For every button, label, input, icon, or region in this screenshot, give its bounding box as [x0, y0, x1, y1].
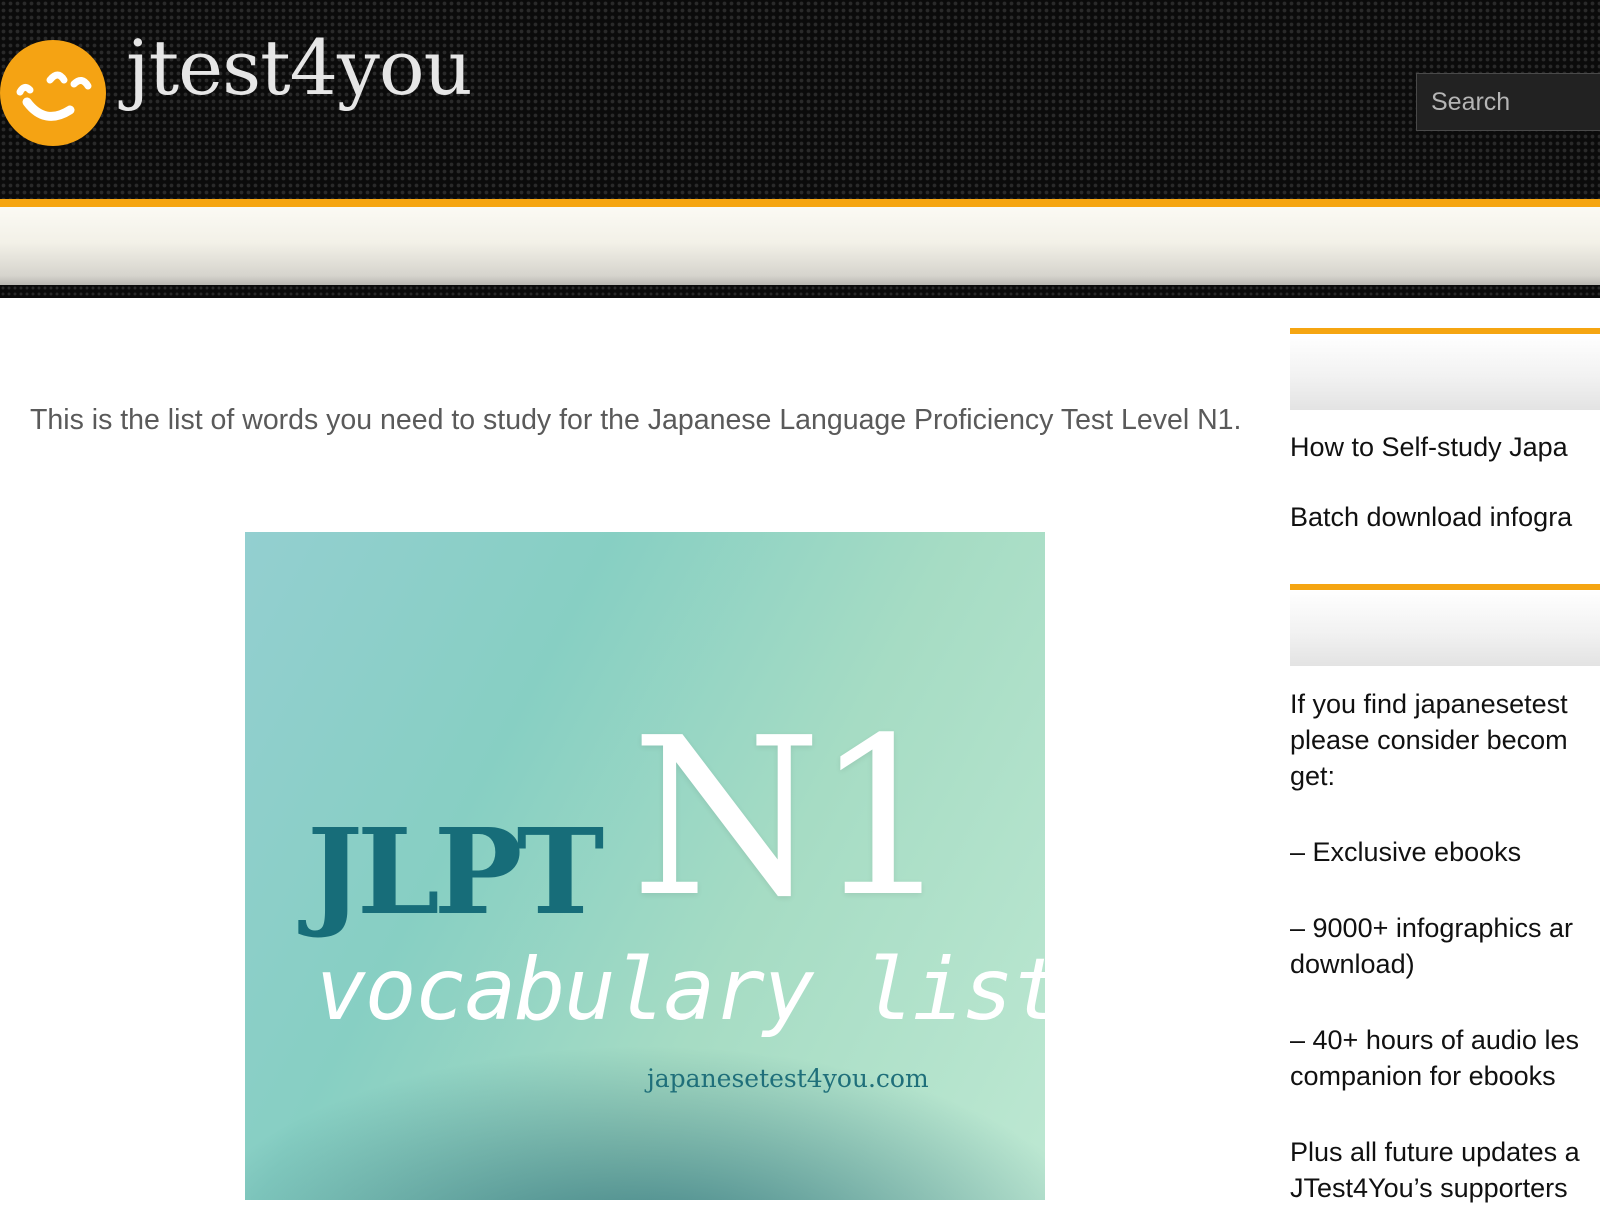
support-item-ebooks: – Exclusive ebooks: [1290, 834, 1600, 870]
support-line: JTest4You’s supporters: [1290, 1173, 1568, 1203]
widget-header: [1290, 590, 1600, 666]
support-line: get:: [1290, 761, 1336, 791]
banner-site-text: japanesetest4you.com: [647, 1064, 929, 1093]
nav-bottom-strip: [0, 285, 1600, 298]
support-item-audio: – 40+ hours of audio les companion for e…: [1290, 1022, 1600, 1094]
sidebar-link-batch-download[interactable]: Batch download infogra: [1290, 502, 1572, 533]
banner-jlpt-text: JLPT: [307, 802, 604, 941]
widget-header: [1290, 334, 1600, 410]
jlpt-n1-banner-image: JLPT N1 vocabulary list japanesetest4you…: [245, 532, 1045, 1200]
header-accent-bar: [0, 199, 1600, 207]
banner-subtitle: vocabulary list: [315, 940, 1045, 1040]
intro-paragraph: This is the list of words you need to st…: [30, 404, 1242, 436]
support-footer: Plus all future updates a JTest4You’s su…: [1290, 1134, 1600, 1206]
main-nav-bar: [0, 207, 1600, 285]
sidebar-link-self-study[interactable]: How to Self-study Japa: [1290, 432, 1568, 463]
support-line: Plus all future updates a: [1290, 1137, 1580, 1167]
banner-level-text: N1: [631, 692, 952, 945]
support-line: companion for ebooks: [1290, 1061, 1556, 1091]
support-line: If you find japanesetest: [1290, 689, 1568, 719]
support-line: – 9000+ infographics ar: [1290, 913, 1573, 943]
support-paragraph: If you find japanesetest please consider…: [1290, 686, 1600, 794]
smiley-logo-icon[interactable]: [0, 40, 106, 146]
search-input[interactable]: [1416, 73, 1600, 131]
support-item-infographics: – 9000+ infographics ar download): [1290, 910, 1600, 982]
support-line: – Exclusive ebooks: [1290, 837, 1522, 867]
site-header: jtest4you: [0, 0, 1600, 199]
support-line: – 40+ hours of audio les: [1290, 1025, 1579, 1055]
support-line: please consider becom: [1290, 725, 1568, 755]
site-logo-text[interactable]: jtest4you: [126, 30, 473, 106]
support-line: download): [1290, 949, 1415, 979]
